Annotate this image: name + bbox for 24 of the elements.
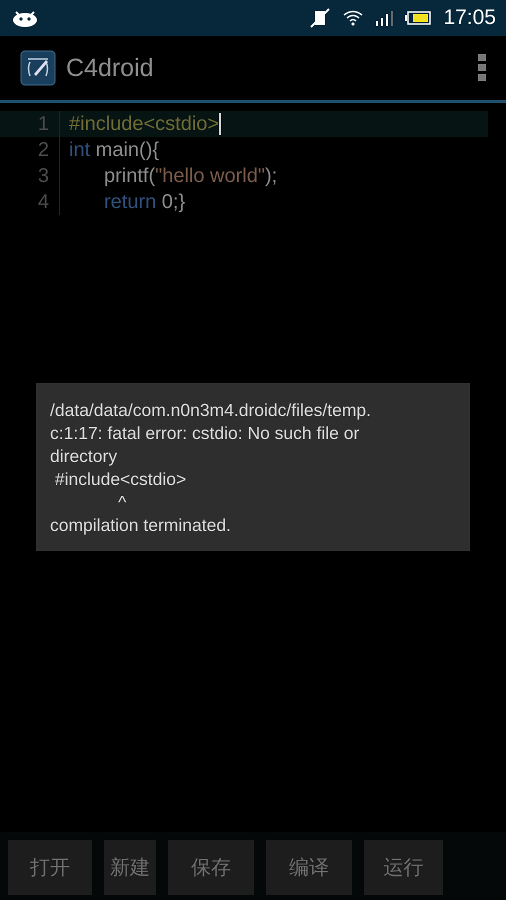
toolbar-button[interactable]: 打开: [8, 840, 92, 895]
notepad-icon: [20, 50, 56, 86]
wifi-icon: [343, 10, 364, 26]
line-number: 3: [0, 163, 60, 189]
toolbar-button[interactable]: 编译: [266, 840, 352, 895]
error-message: /data/data/com.n0n3m4.droidc/files/temp. c:1:17: fatal error: cstdio: No such file or directory #include<cstdio> ^ compilation terminated.: [50, 399, 372, 537]
text-cursor: [219, 113, 222, 136]
code-text: printf("hello world");: [103, 164, 278, 188]
code-text: return 0;}: [103, 190, 186, 214]
toolbar-button[interactable]: 运行: [364, 840, 443, 895]
clock-time: 17:05: [443, 6, 496, 30]
battery-icon: [405, 11, 432, 25]
signal-icon: [375, 10, 394, 26]
vibrate-off-icon: [309, 8, 332, 28]
code-text: #include<cstdio>: [68, 112, 222, 136]
app-title: C4droid: [66, 54, 155, 82]
code-text: int main(){: [68, 138, 160, 162]
toolbar-button[interactable]: 新建: [104, 840, 156, 895]
line-number: 1: [0, 111, 60, 137]
toolbar-button[interactable]: 保存: [168, 840, 254, 895]
overflow-menu-icon[interactable]: [478, 54, 486, 82]
android-icon: [12, 9, 38, 27]
line-number: 2: [0, 137, 60, 163]
line-number: 4: [0, 189, 60, 215]
